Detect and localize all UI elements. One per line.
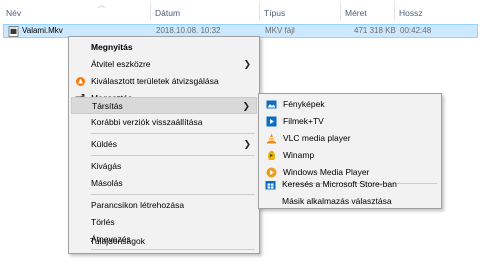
vlc-icon bbox=[267, 133, 276, 144]
submenu-item-label: Keresés a Microsoft Store-ban bbox=[282, 179, 397, 189]
menu-item-open[interactable]: Megnyitás bbox=[71, 39, 257, 56]
menu-separator bbox=[91, 155, 255, 156]
menu-item-delete[interactable]: Törlés bbox=[71, 214, 257, 231]
submenu-item-label: Másik alkalmazás választása bbox=[282, 196, 392, 206]
menu-item-label: Kivágás bbox=[91, 161, 122, 171]
column-divider[interactable] bbox=[340, 2, 341, 20]
context-menu: Megnyitás Átvitel eszközre ❯ Kiválasztot… bbox=[68, 36, 260, 254]
menu-item-copy[interactable]: Másolás bbox=[71, 175, 257, 192]
file-date: 2018.10.08. 10:32 bbox=[156, 26, 221, 35]
menu-separator bbox=[91, 194, 255, 195]
menu-item-label: Társítás bbox=[92, 101, 123, 111]
column-header-length[interactable]: Hossz bbox=[399, 8, 423, 18]
menu-item-send-to[interactable]: Küldés ❯ bbox=[71, 136, 257, 153]
menu-item-cast-to-device[interactable]: Átvitel eszközre ❯ bbox=[71, 56, 257, 73]
file-name[interactable]: Valami.Mkv bbox=[22, 26, 63, 35]
menu-item-label: Átvitel eszközre bbox=[91, 59, 151, 69]
column-header-name[interactable]: Név bbox=[6, 8, 21, 18]
submenu-item-photos[interactable]: Fényképek bbox=[261, 96, 439, 113]
file-type: MKV fájl bbox=[265, 26, 295, 35]
menu-item-open-with[interactable]: Társítás ❯ bbox=[71, 97, 257, 114]
menu-item-label: Tulajdonságok bbox=[90, 236, 145, 246]
menu-item-label: Küldés bbox=[91, 139, 117, 149]
column-header-row: ︿ Név Dátum Típus Méret Hossz bbox=[0, 0, 480, 22]
menu-item-restore-previous[interactable]: Korábbi verziók visszaállítása bbox=[71, 114, 257, 131]
submenu-item-label: Winamp bbox=[283, 150, 315, 160]
menu-item-create-shortcut[interactable]: Parancsikon létrehozása bbox=[71, 197, 257, 214]
submenu-item-label: Filmek+TV bbox=[283, 116, 324, 126]
avast-icon bbox=[76, 77, 85, 86]
video-file-icon bbox=[8, 26, 19, 37]
submenu-item-films-tv[interactable]: Filmek+TV bbox=[261, 113, 439, 130]
menu-item-label: Parancsikon létrehozása bbox=[91, 200, 185, 210]
column-header-size[interactable]: Méret bbox=[345, 8, 367, 18]
file-size: 471 318 KB bbox=[354, 26, 396, 35]
menu-item-label: Másolás bbox=[91, 178, 123, 188]
column-divider[interactable] bbox=[394, 2, 395, 20]
column-header-type[interactable]: Típus bbox=[264, 8, 285, 18]
menu-item-cut[interactable]: Kivágás bbox=[71, 158, 257, 175]
submenu-item-label: Fényképek bbox=[283, 99, 325, 109]
menu-item-label: Törlés bbox=[91, 217, 115, 227]
menu-item-label: Kiválasztott területek átvizsgálása bbox=[91, 76, 219, 86]
submenu-item-winamp[interactable]: Winamp bbox=[261, 147, 439, 164]
chevron-right-icon: ❯ bbox=[242, 101, 250, 111]
menu-item-label: Megnyitás bbox=[91, 42, 133, 52]
winamp-icon bbox=[267, 150, 276, 160]
column-header-date[interactable]: Dátum bbox=[155, 8, 180, 18]
submenu-item-vlc[interactable]: VLC media player bbox=[261, 130, 439, 147]
store-icon bbox=[265, 181, 276, 190]
menu-item-properties[interactable]: Tulajdonságok bbox=[70, 233, 256, 250]
file-length: 00:42:48 bbox=[400, 26, 432, 35]
menu-item-avast-scan[interactable]: Kiválasztott területek átvizsgálása bbox=[71, 73, 257, 90]
chevron-right-icon: ❯ bbox=[243, 59, 251, 69]
menu-separator bbox=[91, 133, 255, 134]
submenu-item-label: VLC media player bbox=[283, 133, 351, 143]
photos-icon bbox=[266, 100, 277, 109]
films-tv-icon bbox=[266, 116, 277, 127]
submenu-item-microsoft-store[interactable]: Keresés a Microsoft Store-ban bbox=[260, 176, 438, 193]
column-divider[interactable] bbox=[259, 2, 260, 20]
column-divider[interactable] bbox=[150, 2, 151, 20]
submenu-item-choose-another-app[interactable]: Másik alkalmazás választása bbox=[260, 193, 438, 210]
chevron-right-icon: ❯ bbox=[243, 139, 251, 149]
menu-item-label: Korábbi verziók visszaállítása bbox=[91, 117, 203, 127]
sort-up-icon: ︿ bbox=[98, 2, 105, 9]
